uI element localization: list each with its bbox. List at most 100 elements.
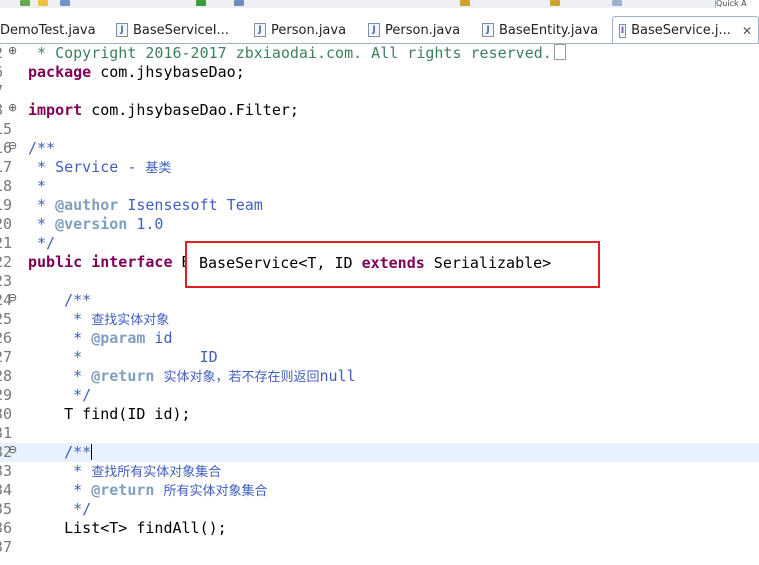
line-number: 20 [0,215,13,233]
line-number: 19 [0,196,13,214]
code-line[interactable] [0,557,759,565]
run-last-icon[interactable] [196,0,206,6]
quick-access-text: Quick A [716,0,747,8]
line-number: 23 [0,272,13,290]
highlighted-interface-signature: BaseService<T, ID extends Serializable> [199,254,551,273]
code-line[interactable]: 37 [0,538,759,557]
code-token: * [28,310,92,328]
code-line[interactable]: 36 List<T> findAll(); [0,519,759,538]
code-line[interactable]: 27 * ID [0,348,759,367]
code-line[interactable]: 32⊖ /** [0,443,759,462]
code-token: package [28,63,92,81]
tab-baseserviceimpl[interactable]: J BaseServiceI... [110,16,246,44]
code-line[interactable]: 24⊖ /** [0,291,759,310]
tab-label: BaseService.j... [631,23,731,38]
external-tools-icon[interactable] [234,0,244,6]
back-icon[interactable] [612,0,622,6]
line-number: 29 [0,386,13,404]
line-number: 6 [0,63,22,82]
code-token: * [28,462,92,480]
collapsed-region-marker[interactable] [553,44,566,60]
code-line[interactable]: 16⊖/** [0,139,759,158]
code-editor[interactable]: 2⊕ * Copyright 2016-2017 zbxiaodai.com. … [0,44,759,565]
code-token: * [28,196,56,214]
run-icon[interactable] [20,0,30,6]
code-token: BaseService<T, ID [199,254,362,272]
code-text: List<T> findAll(); [28,519,227,538]
code-line[interactable]: 15 [0,120,759,139]
java-interface-icon: I [619,23,627,38]
line-number: 34 [0,481,13,499]
code-token: com.jhsybaseDao.Filter; [82,101,299,119]
line-number: 37 [0,538,13,556]
tab-person-1[interactable]: J Person.java [248,16,360,44]
code-text: * @param id [28,329,173,348]
code-token: * [28,481,92,499]
code-token: /** [28,139,56,157]
code-text: /** [28,443,93,462]
code-token: @return [91,367,155,385]
code-line[interactable]: 6 package com.jhsybaseDao; [0,63,759,82]
code-token: 基类 [145,161,172,176]
code-text: * 查找所有实体对象集合 [28,462,221,482]
code-line[interactable]: 18 * [0,177,759,196]
debug-icon[interactable] [38,0,48,6]
tab-label: DemoTest.java [0,22,96,38]
code-line[interactable]: 35 */ [0,500,759,519]
code-token: /** [28,443,92,461]
open-type-icon[interactable] [460,0,470,6]
code-token: import [28,101,83,119]
code-text: * @return 所有实体对象集合 [28,481,267,501]
line-number: 25 [0,310,13,328]
code-line[interactable]: 30 T find(ID id); [0,405,759,424]
code-line[interactable]: 26 * @param id [0,329,759,348]
code-token: 查找实体对象 [91,313,170,328]
java-file-icon: J [368,23,380,37]
close-icon[interactable]: ✕ [742,24,752,38]
collapse-fold-icon[interactable]: ⊖ [8,443,22,456]
line-number: 27 [0,348,13,366]
line-number: 7 [0,82,22,101]
code-line[interactable]: 31 [0,424,759,443]
tab-baseservice[interactable]: I BaseService.j... ✕ [612,16,759,44]
code-token: id [145,329,173,347]
code-token: * [28,215,56,233]
line-number: 26 [0,329,13,347]
code-line[interactable]: 8⊕import com.jhsybaseDao.Filter; [0,101,759,120]
save-icon[interactable] [60,0,70,6]
code-token: extends [361,254,425,272]
code-line[interactable]: 2⊕ * Copyright 2016-2017 zbxiaodai.com. … [0,44,759,63]
tab-demotest[interactable]: DemoTest.java [0,16,110,44]
code-text: * ID [28,348,218,367]
code-text: */ [28,500,91,519]
java-file-icon: J [482,23,494,37]
code-line[interactable]: 28 * @return 实体对象，若不存在则返回null [0,367,759,386]
code-line[interactable]: 29 */ [0,386,759,405]
code-line[interactable]: 19 * @author Isensesoft Team [0,196,759,215]
code-text: * Service - 基类 [28,158,171,178]
quick-access-input[interactable]: Quick A [715,0,759,8]
code-text: * @author Isensesoft Team [28,196,263,215]
next-annotation-icon[interactable] [550,0,560,6]
code-token: * Copyright 2016-2017 zbxiaodai.com. All… [28,44,552,62]
tab-label: Person.java [271,22,347,38]
line-number: 35 [0,500,13,518]
collapse-fold-icon[interactable]: ⊖ [8,139,22,152]
code-token: * ID [28,348,218,366]
code-line[interactable]: 34 * @return 所有实体对象集合 [0,481,759,500]
code-line[interactable]: 20 * @version 1.0 [0,215,759,234]
code-line[interactable]: 7 [0,82,759,101]
expand-fold-icon[interactable]: ⊕ [8,101,22,114]
collapse-fold-icon[interactable]: ⊖ [8,291,22,304]
tab-person-2[interactable]: J Person.java [362,16,474,44]
expand-fold-icon[interactable]: ⊕ [8,44,22,57]
code-token: * Service - [28,158,146,176]
code-text: T find(ID id); [28,405,190,424]
code-line[interactable]: 17 * Service - 基类 [0,158,759,177]
code-token: */ [28,386,92,404]
tab-baseentity[interactable]: J BaseEntity.java [476,16,610,44]
code-token: com.jhsybaseDao; [91,63,245,81]
code-line[interactable]: 33 * 查找所有实体对象集合 [0,462,759,481]
line-number: 30 [0,405,13,423]
code-line[interactable]: 25 * 查找实体对象 [0,310,759,329]
